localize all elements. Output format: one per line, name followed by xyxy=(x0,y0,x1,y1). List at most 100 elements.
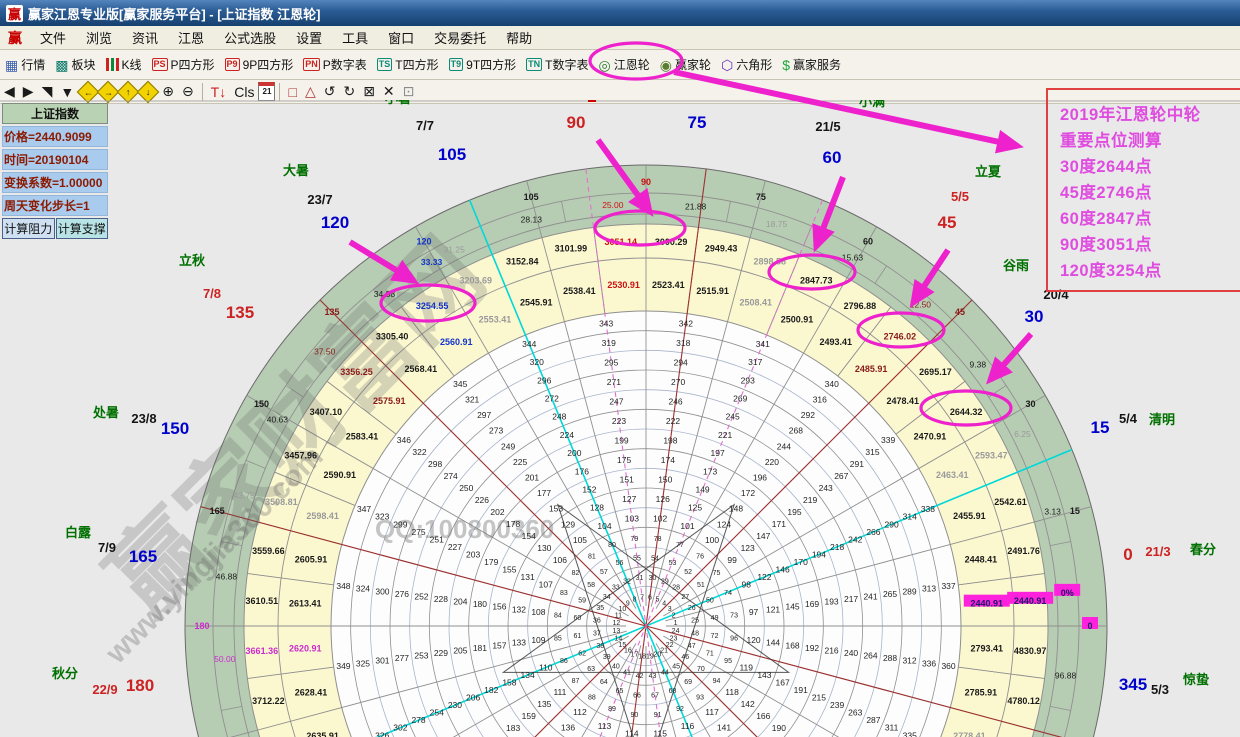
svg-text:2463.41: 2463.41 xyxy=(936,470,969,480)
svg-text:254: 254 xyxy=(430,708,444,718)
svg-text:2847.73: 2847.73 xyxy=(800,276,833,286)
svg-text:30: 30 xyxy=(1026,399,1036,409)
toolbar-label: T四方形 xyxy=(395,56,438,73)
svg-text:152: 152 xyxy=(582,484,596,494)
toolbar-label: 江恩轮 xyxy=(614,56,650,73)
menu-item-0[interactable]: 文件 xyxy=(30,29,76,48)
svg-text:112: 112 xyxy=(573,707,587,717)
svg-text:惊蛰: 惊蛰 xyxy=(1183,672,1209,687)
svg-text:104: 104 xyxy=(597,521,611,531)
svg-text:75: 75 xyxy=(688,113,707,132)
svg-text:2485.91: 2485.91 xyxy=(855,364,888,374)
svg-text:302: 302 xyxy=(393,723,407,733)
svg-text:6: 6 xyxy=(648,594,652,601)
calendar-tool-icon[interactable]: 21 xyxy=(258,82,275,101)
svg-text:191: 191 xyxy=(794,685,808,695)
toolbar-button-K线[interactable]: K线 xyxy=(101,50,147,79)
svg-text:65: 65 xyxy=(616,688,624,695)
toolbar-button-T四方形[interactable]: TST四方形 xyxy=(372,50,444,79)
app-logo-icon: 赢 xyxy=(6,5,23,22)
toolbar-button-9T四方形[interactable]: T99T四方形 xyxy=(444,50,522,79)
svg-text:2508.41: 2508.41 xyxy=(739,298,772,308)
toolbar-button-T数字表[interactable]: TNT数字表 xyxy=(521,50,593,79)
svg-text:4: 4 xyxy=(662,600,666,607)
toolbar-button-江恩轮[interactable]: ◎江恩轮 xyxy=(594,50,655,79)
toolbar-button-行情[interactable]: ▦行情 xyxy=(0,50,50,79)
svg-text:59: 59 xyxy=(578,598,586,605)
svg-text:338: 338 xyxy=(921,504,935,514)
svg-text:150: 150 xyxy=(254,399,269,409)
toolbar-button-六角形[interactable]: ⬡六角形 xyxy=(716,50,777,79)
menu-item-5[interactable]: 设置 xyxy=(286,29,332,48)
svg-text:2500.91: 2500.91 xyxy=(781,315,814,325)
svg-text:71: 71 xyxy=(706,650,714,657)
menu-item-3[interactable]: 江恩 xyxy=(168,29,214,48)
svg-text:264: 264 xyxy=(863,651,877,661)
svg-text:90: 90 xyxy=(631,712,639,719)
svg-text:192: 192 xyxy=(805,643,819,653)
svg-text:136: 136 xyxy=(561,723,575,733)
menu-item-9[interactable]: 帮助 xyxy=(496,29,542,48)
svg-text:8: 8 xyxy=(633,596,637,603)
svg-text:293: 293 xyxy=(741,375,755,385)
svg-text:340: 340 xyxy=(825,379,839,389)
svg-text:38: 38 xyxy=(596,643,604,650)
svg-text:360: 360 xyxy=(941,661,955,671)
svg-text:348: 348 xyxy=(336,581,350,591)
svg-text:154: 154 xyxy=(522,531,536,541)
svg-text:299: 299 xyxy=(393,519,407,529)
svg-text:204: 204 xyxy=(453,597,467,607)
toolbar-button-赢家轮[interactable]: ◉赢家轮 xyxy=(655,50,716,79)
toolbar-button-赢家服务[interactable]: $赢家服务 xyxy=(777,50,846,79)
svg-text:103: 103 xyxy=(625,513,639,523)
svg-text:0%: 0% xyxy=(1061,588,1074,598)
svg-text:54: 54 xyxy=(651,555,659,562)
main-toolbar: ▦行情▩板块K线PSP四方形P99P四方形PNP数字表TST四方形T99T四方形… xyxy=(0,50,1240,80)
menu-item-1[interactable]: 浏览 xyxy=(76,29,122,48)
svg-text:337: 337 xyxy=(941,581,955,591)
svg-text:45: 45 xyxy=(672,663,680,670)
svg-text:349: 349 xyxy=(336,661,350,671)
svg-text:107: 107 xyxy=(539,579,553,589)
svg-text:60: 60 xyxy=(823,148,842,167)
toolbar-label: P数字表 xyxy=(323,56,367,73)
赢家服务-icon: $ xyxy=(782,58,790,72)
svg-text:15: 15 xyxy=(1070,506,1080,516)
svg-text:222: 222 xyxy=(666,416,680,426)
svg-text:3559.66: 3559.66 xyxy=(252,546,285,556)
svg-text:2545.91: 2545.91 xyxy=(520,298,553,308)
toolbar-button-板块[interactable]: ▩板块 xyxy=(50,50,100,79)
svg-text:45: 45 xyxy=(955,307,965,317)
svg-text:151: 151 xyxy=(620,474,634,484)
K线-icon xyxy=(106,58,119,71)
toolbar-button-9P四方形[interactable]: P99P四方形 xyxy=(220,50,299,79)
svg-text:68: 68 xyxy=(669,688,677,695)
calc-button-1[interactable]: 计算支撑 xyxy=(56,218,109,239)
svg-text:166: 166 xyxy=(756,711,770,721)
menu-item-4[interactable]: 公式选股 xyxy=(214,29,286,48)
toolbar-label: 9T四方形 xyxy=(466,56,516,73)
svg-text:60: 60 xyxy=(574,615,582,622)
svg-text:2583.41: 2583.41 xyxy=(346,431,379,441)
svg-text:29: 29 xyxy=(661,578,669,585)
menu-item-8[interactable]: 交易委托 xyxy=(424,29,496,48)
svg-text:83: 83 xyxy=(560,590,568,597)
menu-item-6[interactable]: 工具 xyxy=(332,29,378,48)
toolbar-button-P数字表[interactable]: PNP数字表 xyxy=(298,50,372,79)
svg-text:180: 180 xyxy=(194,621,209,631)
svg-text:177: 177 xyxy=(537,488,551,498)
行情-icon: ▦ xyxy=(5,58,18,72)
toolbar-button-P四方形[interactable]: PSP四方形 xyxy=(147,50,220,79)
svg-text:194: 194 xyxy=(812,549,826,559)
svg-text:28: 28 xyxy=(672,585,680,592)
menu-item-2[interactable]: 资讯 xyxy=(122,29,168,48)
info-panel: 上证指数 价格=2440.9099时间=20190104变换系数=1.00000… xyxy=(2,103,108,239)
svg-text:263: 263 xyxy=(848,708,862,718)
annotation-line-6: 120度3254点 xyxy=(1060,258,1240,284)
svg-text:43.75: 43.75 xyxy=(234,490,256,500)
svg-text:处暑: 处暑 xyxy=(92,405,119,420)
calc-button-0[interactable]: 计算阻力 xyxy=(2,218,55,239)
svg-text:2793.41: 2793.41 xyxy=(970,643,1003,653)
menu-item-7[interactable]: 窗口 xyxy=(378,29,424,48)
svg-text:175: 175 xyxy=(617,455,631,465)
